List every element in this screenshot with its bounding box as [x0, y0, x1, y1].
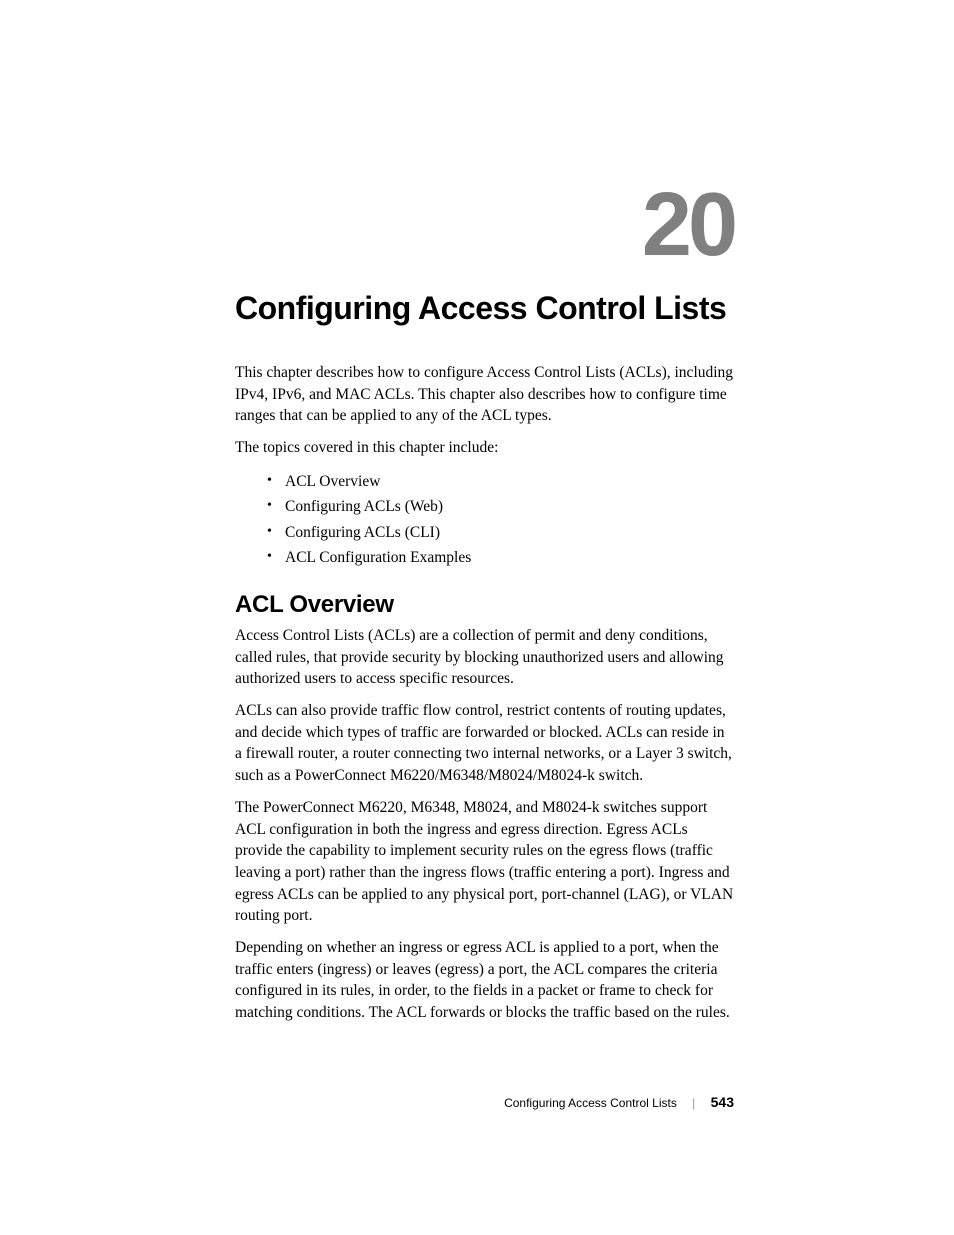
- toc-item: ACL Overview: [267, 469, 734, 495]
- page-content: 20 Configuring Access Control Lists This…: [0, 0, 954, 1235]
- footer-divider: |: [692, 1096, 695, 1110]
- toc-item: Configuring ACLs (CLI): [267, 520, 734, 546]
- toc-list: ACL Overview Configuring ACLs (Web) Conf…: [235, 469, 734, 571]
- footer-title: Configuring Access Control Lists: [504, 1096, 677, 1110]
- footer-page-number: 543: [711, 1094, 734, 1110]
- section-paragraph-2: ACLs can also provide traffic flow contr…: [235, 700, 734, 787]
- page-footer: Configuring Access Control Lists | 543: [504, 1094, 734, 1110]
- intro-paragraph-1: This chapter describes how to configure …: [235, 362, 734, 427]
- intro-paragraph-2: The topics covered in this chapter inclu…: [235, 437, 734, 459]
- toc-item: Configuring ACLs (Web): [267, 494, 734, 520]
- section-paragraph-1: Access Control Lists (ACLs) are a collec…: [235, 625, 734, 690]
- toc-item: ACL Configuration Examples: [267, 545, 734, 571]
- chapter-number: 20: [235, 180, 734, 270]
- chapter-title: Configuring Access Control Lists: [235, 290, 734, 327]
- section-heading: ACL Overview: [235, 591, 734, 619]
- section-paragraph-3: The PowerConnect M6220, M6348, M8024, an…: [235, 797, 734, 927]
- section-paragraph-4: Depending on whether an ingress or egres…: [235, 937, 734, 1024]
